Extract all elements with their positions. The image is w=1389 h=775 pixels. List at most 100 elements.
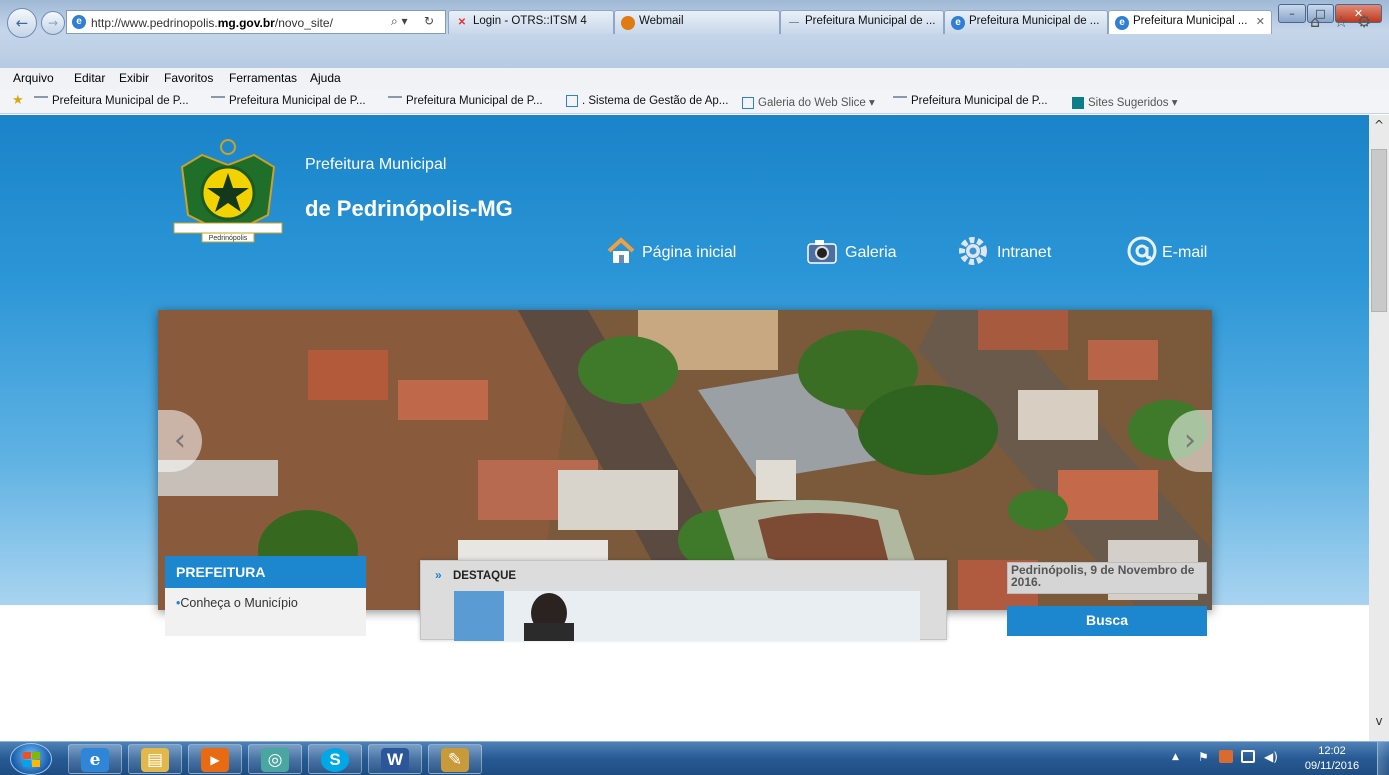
fav-link-label: Prefeitura Municipal de P... bbox=[911, 95, 1048, 107]
destaque-heading: DESTAQUE bbox=[453, 570, 517, 582]
fav-link-label: Sites Sugeridos ▾ bbox=[1088, 97, 1178, 109]
prefeitura-header: PREFEITURA bbox=[165, 556, 366, 588]
nav-intranet[interactable]: Intranet bbox=[957, 235, 1061, 269]
scroll-up-button[interactable]: ^ bbox=[1369, 115, 1389, 135]
nav-label: E-mail bbox=[1162, 244, 1208, 261]
address-url[interactable]: http://www.pedrinopolis.mg.gov.br/novo_s… bbox=[91, 16, 333, 30]
fav-link-label: Prefeitura Municipal de P... bbox=[406, 95, 543, 107]
tab-prefeitura-1[interactable]: — Prefeitura Municipal de ... bbox=[780, 10, 944, 34]
tab-label: Prefeitura Municipal de ... bbox=[805, 15, 936, 27]
taskbar-file-explorer[interactable]: ▤ bbox=[128, 744, 182, 774]
network-app-icon: ◎ bbox=[261, 748, 289, 772]
scroll-down-button[interactable]: v bbox=[1369, 711, 1389, 731]
fav-link-sistema-gestao[interactable]: . Sistema de Gestão de Ap... bbox=[566, 95, 728, 107]
address-bar[interactable]: e http://www.pedrinopolis.mg.gov.br/novo… bbox=[66, 10, 446, 34]
folder-icon: ▤ bbox=[141, 748, 169, 772]
fav-link-label: . Sistema de Gestão de Ap... bbox=[582, 95, 729, 108]
gear-icon bbox=[959, 237, 987, 265]
at-sign-icon bbox=[1127, 236, 1157, 266]
camera-icon bbox=[807, 240, 837, 264]
word-icon: W bbox=[381, 748, 409, 772]
favicon-dash-icon bbox=[388, 96, 402, 105]
prefeitura-menu-box: PREFEITURA Conheça o Município bbox=[165, 556, 366, 636]
favicon-dash-icon bbox=[211, 96, 225, 105]
destaque-photo[interactable] bbox=[454, 591, 920, 641]
menu-exibir[interactable]: Exibir bbox=[119, 71, 149, 85]
menu-bar: Arquivo Editar Exibir Favoritos Ferramen… bbox=[0, 68, 1389, 90]
refresh-icon[interactable]: ↻ bbox=[424, 14, 434, 28]
windows-flag-icon bbox=[23, 752, 40, 767]
otrs-icon: ✕ bbox=[457, 17, 467, 28]
tab-label: Login - OTRS::ITSM 4 bbox=[473, 15, 587, 27]
nav-label: Página inicial bbox=[642, 244, 737, 261]
menu-arquivo[interactable]: Arquivo bbox=[13, 71, 54, 85]
destaque-image bbox=[454, 591, 920, 641]
taskbar-skype[interactable]: S bbox=[308, 744, 362, 774]
double-arrow-icon: » bbox=[435, 568, 442, 582]
taskbar-word[interactable]: W bbox=[368, 744, 422, 774]
minimize-button[interactable]: – bbox=[1278, 4, 1306, 23]
tab-label: Prefeitura Municipal de ... bbox=[969, 15, 1100, 27]
webmail-icon bbox=[621, 16, 635, 30]
menu-ajuda[interactable]: Ajuda bbox=[310, 71, 341, 85]
taskbar-network-app[interactable]: ◎ bbox=[248, 744, 302, 774]
ie-icon: e bbox=[951, 16, 965, 30]
show-desktop-button[interactable] bbox=[1377, 742, 1389, 775]
ie-page-icon: e bbox=[72, 15, 86, 29]
close-tab-icon[interactable]: ✕ bbox=[1256, 15, 1265, 28]
favorites-bar: ★ Prefeitura Municipal de P... Prefeitur… bbox=[0, 90, 1389, 114]
browser-title-bar: – □ ✕ ← → e http://www.pedrinopolis.mg.g… bbox=[0, 0, 1389, 68]
fav-link-prefeitura-3[interactable]: Prefeitura Municipal de P... bbox=[388, 95, 543, 107]
menu-link-conheca-municipio[interactable]: Conheça o Município bbox=[176, 596, 297, 610]
favicon-dash-icon bbox=[34, 96, 48, 105]
tab-prefeitura-2[interactable]: e Prefeitura Municipal de ... bbox=[944, 10, 1108, 34]
favicon-dash-icon: — bbox=[789, 17, 799, 28]
network-icon[interactable] bbox=[1241, 750, 1255, 763]
back-button[interactable]: ← bbox=[7, 8, 37, 38]
taskbar-paint[interactable]: ✎ bbox=[428, 744, 482, 774]
nav-pagina-inicial[interactable]: Página inicial bbox=[605, 235, 750, 269]
crest-text: Pedrinópolis bbox=[209, 235, 248, 242]
show-hidden-icons-arrow[interactable]: ▲ bbox=[1172, 752, 1179, 762]
fav-link-prefeitura-4[interactable]: Prefeitura Municipal de P... bbox=[893, 95, 1048, 107]
tab-otrs-login[interactable]: ✕ Login - OTRS::ITSM 4 bbox=[448, 10, 614, 34]
vertical-scrollbar[interactable]: ^ v bbox=[1369, 115, 1389, 741]
menu-ferramentas[interactable]: Ferramentas bbox=[229, 71, 297, 85]
clock-time[interactable]: 12:02 bbox=[1300, 745, 1364, 757]
scroll-thumb[interactable] bbox=[1371, 149, 1387, 312]
fav-link-prefeitura-2[interactable]: Prefeitura Municipal de P... bbox=[211, 95, 366, 107]
volume-icon[interactable]: ◀) bbox=[1264, 750, 1278, 764]
municipal-crest-logo[interactable]: Pedrinópolis bbox=[172, 137, 284, 243]
fav-link-prefeitura-1[interactable]: Prefeitura Municipal de P... bbox=[34, 95, 189, 107]
nav-e-mail[interactable]: E-mail bbox=[1126, 235, 1216, 269]
favicon-dash-icon bbox=[893, 96, 907, 105]
taskbar-internet-explorer[interactable]: e bbox=[68, 744, 122, 774]
menu-editar[interactable]: Editar bbox=[74, 71, 105, 85]
clock-date[interactable]: 09/11/2016 bbox=[1296, 760, 1368, 772]
fav-link-label: Prefeitura Municipal de P... bbox=[229, 95, 366, 107]
windows-taskbar: e ▤ ▶ ◎ S W ✎ ▲ ⚑ ◀) 12:02 09/11/2016 bbox=[0, 741, 1389, 775]
search-dropdown-icon[interactable]: ⌕ ▾ bbox=[391, 14, 408, 29]
action-center-flag-icon[interactable]: ⚑ bbox=[1198, 750, 1209, 764]
favorites-star-icon[interactable]: ☆ bbox=[1334, 12, 1348, 31]
taskbar-media-player[interactable]: ▶ bbox=[188, 744, 242, 774]
bing-icon bbox=[1072, 96, 1084, 109]
tab-label: Webmail bbox=[639, 15, 684, 27]
forward-button[interactable]: → bbox=[41, 11, 65, 35]
home-icon[interactable]: ⌂ bbox=[1310, 12, 1320, 31]
ie-page-icon bbox=[742, 96, 754, 109]
power-icon[interactable] bbox=[1219, 750, 1233, 763]
site-title-line2: de Pedrinópolis-MG bbox=[305, 196, 513, 221]
fav-link-sites-sugeridos[interactable]: Sites Sugeridos ▾ bbox=[1072, 95, 1178, 109]
fav-link-label: Prefeitura Municipal de P... bbox=[52, 95, 189, 107]
tools-gear-icon[interactable]: ⚙ bbox=[1357, 12, 1371, 31]
fav-link-galeria-web-slice[interactable]: Galeria do Web Slice ▾ bbox=[742, 95, 875, 109]
tab-prefeitura-active[interactable]: e Prefeitura Municipal ... ✕ bbox=[1108, 10, 1272, 34]
add-favorite-star-icon[interactable]: ★ bbox=[12, 93, 24, 108]
start-button[interactable] bbox=[10, 743, 52, 775]
ie-icon: e bbox=[1115, 16, 1129, 30]
tab-webmail[interactable]: Webmail bbox=[614, 10, 780, 34]
ie-page-icon bbox=[566, 95, 578, 107]
nav-galeria[interactable]: Galeria bbox=[806, 235, 906, 269]
menu-favoritos[interactable]: Favoritos bbox=[164, 71, 213, 85]
